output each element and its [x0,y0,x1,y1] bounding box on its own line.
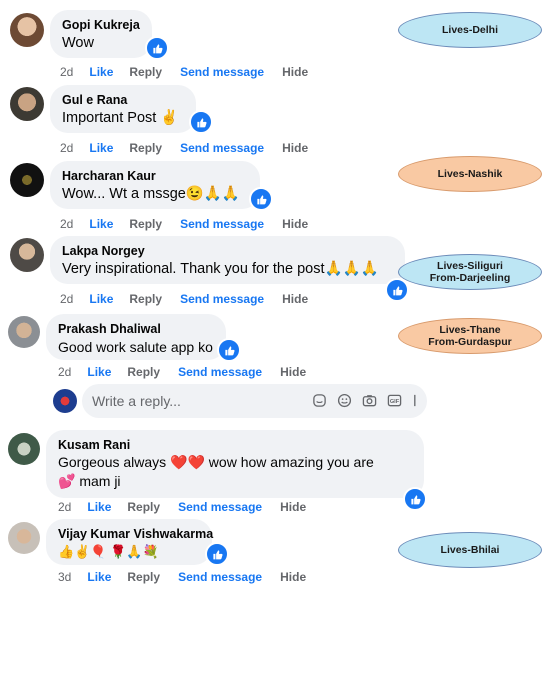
reply-button[interactable]: Reply [129,217,162,231]
avatar[interactable] [8,522,40,554]
hide-button[interactable]: Hide [280,365,306,379]
comment-text: Wow... Wt a mssge😉🙏🙏 [62,186,240,202]
comment-bubble: Lakpa Norgey Very inspirational. Thank y… [50,236,405,284]
avatar[interactable] [8,316,40,348]
reply-toolbar: GIF [311,392,427,408]
commenter-name[interactable]: Gul e Rana [62,92,184,108]
reply-button[interactable]: Reply [127,570,160,584]
reply-button[interactable]: Reply [129,141,162,155]
comment-actions: 3d Like Reply Send message Hide [58,570,306,584]
commenter-name[interactable]: Vijay Kumar Vishwakarma [58,526,213,542]
location-tag: Lives-Delhi [398,12,542,48]
location-tag: Lives-Siliguri From-Darjeeling [398,254,542,290]
send-message-button[interactable]: Send message [180,141,264,155]
send-message-button[interactable]: Send message [180,217,264,231]
reply-button[interactable]: Reply [127,500,160,514]
comment-bubble: Gul e Rana Important Post ✌ [50,85,196,133]
more-icon[interactable] [411,392,427,408]
comment-actions: 2d Like Reply Send message Hide [60,292,308,306]
like-reaction-icon[interactable] [385,278,409,302]
timestamp[interactable]: 3d [58,570,71,584]
timestamp[interactable]: 2d [58,365,71,379]
tag-line: Lives-Thane [439,324,501,336]
avatar[interactable] [10,163,44,197]
hide-button[interactable]: Hide [280,570,306,584]
comment-bubble: Kusam Rani Gorgeous always ❤️❤️ wow how … [46,430,424,498]
tag-line: Lives-Siliguri [437,260,503,272]
comment-text: Good work salute app ko [58,339,213,355]
like-button[interactable]: Like [87,570,111,584]
reply-button[interactable]: Reply [129,65,162,79]
like-reaction-icon[interactable] [189,110,213,134]
location-tag: Lives-Nashik [398,156,542,192]
like-reaction-icon[interactable] [217,338,241,362]
tag-line: Lives-Bhilai [440,544,500,556]
commenter-name[interactable]: Kusam Rani [58,437,412,453]
hide-button[interactable]: Hide [282,292,308,306]
commenter-name[interactable]: Gopi Kukreja [62,17,140,33]
reply-button[interactable]: Reply [127,365,160,379]
gif-icon[interactable]: GIF [386,392,402,408]
comment-actions: 2d Like Reply Send message Hide [58,500,306,514]
timestamp[interactable]: 2d [60,141,73,155]
comment-bubble: Gopi Kukreja Wow [50,10,152,58]
commenter-name[interactable]: Harcharan Kaur [62,168,248,184]
comment-actions: 2d Like Reply Send message Hide [60,217,308,231]
send-message-button[interactable]: Send message [178,500,262,514]
comment-actions: 2d Like Reply Send message Hide [58,365,306,379]
timestamp[interactable]: 2d [60,65,73,79]
reply-button[interactable]: Reply [129,292,162,306]
reply-placeholder: Write a reply... [92,393,181,409]
current-user-avatar [53,389,77,413]
hide-button[interactable]: Hide [280,500,306,514]
svg-text:GIF: GIF [389,398,399,404]
tag-line: Lives-Delhi [441,24,499,36]
send-message-button[interactable]: Send message [180,65,264,79]
like-button[interactable]: Like [89,65,113,79]
comment-actions: 2d Like Reply Send message Hide [60,141,308,155]
tag-line: From-Gurdaspur [428,336,512,348]
like-button[interactable]: Like [89,141,113,155]
like-reaction-icon[interactable] [249,187,273,211]
location-tag: Lives-Bhilai [398,532,542,568]
timestamp[interactable]: 2d [58,500,71,514]
like-button[interactable]: Like [87,500,111,514]
tag-line: Lives-Nashik [437,168,503,180]
send-message-button[interactable]: Send message [178,365,262,379]
sticker-icon[interactable] [311,392,327,408]
comment-bubble: Harcharan Kaur Wow... Wt a mssge😉🙏🙏 [50,161,260,209]
comment-text: 👍✌🎈 🌹🙏💐 [58,544,159,559]
camera-icon[interactable] [361,392,377,408]
tag-line: From-Darjeeling [429,272,511,284]
avatar[interactable] [8,433,40,465]
avatar[interactable] [10,13,44,47]
like-reaction-icon[interactable] [205,542,229,566]
like-reaction-icon[interactable] [403,487,427,511]
like-button[interactable]: Like [89,292,113,306]
timestamp[interactable]: 2d [60,292,73,306]
hide-button[interactable]: Hide [282,141,308,155]
like-reaction-icon[interactable] [145,36,169,60]
send-message-button[interactable]: Send message [180,292,264,306]
comment-bubble: Vijay Kumar Vishwakarma 👍✌🎈 🌹🙏💐 [46,519,213,565]
hide-button[interactable]: Hide [282,217,308,231]
comment-bubble: Prakash Dhaliwal Good work salute app ko [46,314,226,360]
emoji-icon[interactable] [336,392,352,408]
comment-text: Important Post ✌ [62,110,179,126]
comment-actions: 2d Like Reply Send message Hide [60,65,308,79]
comment-text: Very inspirational. Thank you for the po… [62,261,379,277]
like-button[interactable]: Like [87,365,111,379]
location-tag: Lives-Thane From-Gurdaspur [398,318,542,354]
comment-text: Gorgeous always ❤️❤️ wow how amazing you… [58,454,374,489]
comment-text: Wow [62,35,94,51]
send-message-button[interactable]: Send message [178,570,262,584]
reply-input[interactable]: Write a reply... GIF [82,384,427,418]
commenter-name[interactable]: Lakpa Norgey [62,243,393,259]
avatar[interactable] [10,238,44,272]
like-button[interactable]: Like [89,217,113,231]
timestamp[interactable]: 2d [60,217,73,231]
hide-button[interactable]: Hide [282,65,308,79]
commenter-name[interactable]: Prakash Dhaliwal [58,321,214,337]
avatar[interactable] [10,87,44,121]
